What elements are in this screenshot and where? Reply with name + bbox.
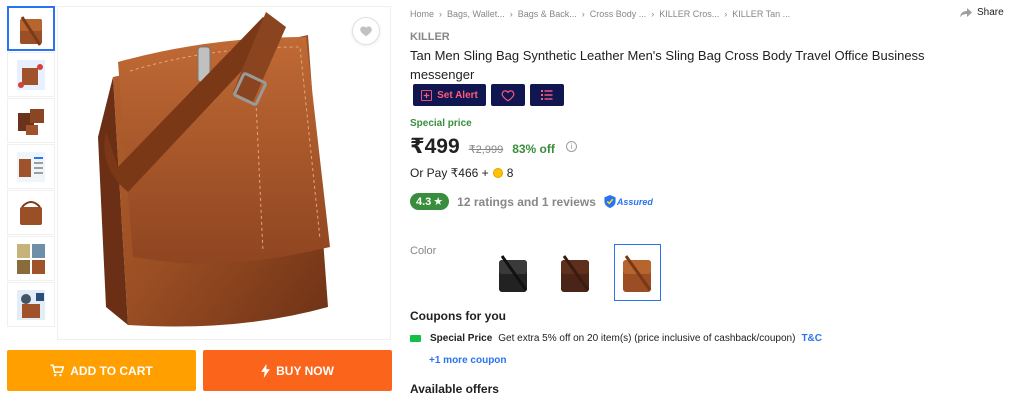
breadcrumb-item[interactable]: Bags, Wallet...	[447, 9, 505, 19]
breadcrumb-separator: ›	[439, 9, 443, 19]
breadcrumb-separator: ›	[651, 9, 655, 19]
coupon-item: Special Price Get extra 5% off on 20 ite…	[410, 333, 822, 344]
price-row: ₹499 ₹2,999 83% off i	[410, 134, 577, 159]
breadcrumb-item[interactable]: Home	[410, 9, 434, 19]
special-price-label: Special price	[410, 118, 472, 129]
list-icon	[541, 90, 553, 100]
breadcrumb-item[interactable]: KILLER Tan ...	[732, 9, 790, 19]
coupon-text: Get extra 5% off on 20 item(s) (price in…	[498, 333, 796, 344]
info-icon[interactable]: i	[565, 141, 577, 152]
supercoin-icon	[492, 168, 503, 178]
or-pay-text: Or Pay ₹466 +	[410, 166, 489, 180]
buy-now-button[interactable]: BUY NOW	[203, 350, 392, 391]
rating-count[interactable]: 12 ratings and 1 reviews	[457, 195, 596, 209]
coupon-title: Special Price	[430, 333, 493, 344]
thumbnail-1[interactable]	[7, 6, 55, 51]
or-pay-row: Or Pay ₹466 + 8	[410, 166, 513, 180]
product-main-image[interactable]	[57, 6, 391, 340]
color-option-dark-brown[interactable]	[552, 244, 599, 301]
compare-list-button[interactable]	[530, 84, 564, 106]
selling-price: ₹499	[410, 135, 460, 158]
breadcrumb-item[interactable]: Cross Body ...	[590, 9, 647, 19]
breadcrumb-item[interactable]: KILLER Cros...	[659, 9, 719, 19]
thumbnail-5[interactable]	[7, 190, 55, 235]
color-option-tan[interactable]	[614, 244, 661, 301]
plus-square-icon	[421, 89, 433, 101]
sling-bag-image	[98, 12, 330, 327]
add-to-cart-button[interactable]: ADD TO CART	[7, 350, 196, 391]
product-title: Tan Men Sling Bag Synthetic Leather Men'…	[410, 48, 925, 82]
color-option-black[interactable]	[490, 244, 537, 301]
set-alert-button[interactable]: Set Alert	[413, 84, 486, 106]
breadcrumb: Home › Bags, Wallet... › Bags & Back... …	[410, 9, 790, 19]
cart-icon	[50, 364, 65, 377]
color-swatches	[490, 244, 661, 301]
rating-value: 4.3	[416, 195, 432, 208]
share-label: Share	[977, 7, 1004, 18]
assured-label: Assured	[616, 196, 653, 207]
coupon-tag-icon	[410, 335, 421, 342]
thumbnail-4[interactable]	[7, 144, 55, 189]
thumbnail-strip	[7, 6, 55, 328]
brand-name[interactable]: KILLER	[410, 31, 450, 43]
star-icon: ★	[433, 196, 444, 208]
rating-row: 4.3 ★ 12 ratings and 1 reviews Assured	[410, 193, 653, 210]
breadcrumb-item[interactable]: Bags & Back...	[518, 9, 577, 19]
thumbnail-6[interactable]	[7, 236, 55, 281]
wishlist-chip-button[interactable]	[491, 84, 525, 106]
thumbnail-7[interactable]	[7, 282, 55, 327]
coin-count: 8	[506, 166, 514, 180]
add-to-cart-label: ADD TO CART	[70, 363, 153, 378]
lightning-icon	[261, 363, 270, 378]
heart-outline-icon	[501, 89, 515, 101]
more-coupons-link[interactable]: +1 more coupon	[429, 355, 507, 366]
discount-percent: 83% off	[512, 142, 555, 156]
breadcrumb-separator: ›	[509, 9, 513, 19]
action-chips: Set Alert	[413, 84, 564, 106]
coupons-heading: Coupons for you	[410, 309, 506, 323]
share-icon	[960, 7, 972, 17]
breadcrumb-separator: ›	[581, 9, 585, 19]
original-price: ₹2,999	[468, 144, 504, 156]
rating-badge[interactable]: 4.3 ★	[410, 193, 450, 210]
wishlist-button[interactable]	[352, 17, 380, 45]
set-alert-label: Set Alert	[437, 89, 478, 101]
heart-icon	[360, 26, 372, 37]
share-button[interactable]: Share	[960, 7, 1004, 18]
available-offers-heading: Available offers	[410, 382, 499, 396]
thumbnail-2[interactable]	[7, 52, 55, 97]
coupon-tnc-link[interactable]: T&C	[801, 333, 822, 344]
breadcrumb-separator: ›	[724, 9, 728, 19]
thumbnail-3[interactable]	[7, 98, 55, 143]
assured-badge: Assured	[604, 195, 653, 208]
color-label: Color	[410, 245, 437, 257]
shield-icon	[604, 195, 616, 208]
buy-now-label: BUY NOW	[276, 363, 334, 378]
